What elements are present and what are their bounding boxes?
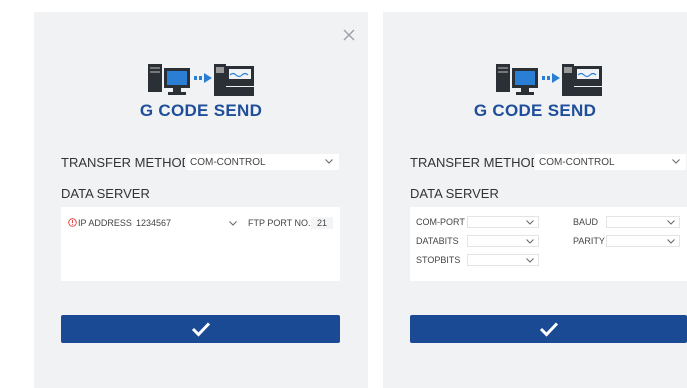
chevron-down-icon (672, 159, 680, 164)
close-icon[interactable] (342, 28, 356, 42)
parity-select[interactable] (606, 235, 680, 247)
gcode-send-dialog-com: G CODE SEND TRANSFER METHOD COM-CONTROL … (383, 12, 687, 388)
data-server-box: COM-PORT BAUD DATABITS PARITY STOPBITS (410, 207, 687, 281)
confirm-button[interactable] (61, 315, 340, 343)
data-server-label: DATA SERVER (61, 186, 150, 201)
chevron-down-icon (526, 220, 534, 225)
parity-label: PARITY (573, 236, 605, 246)
chevron-down-icon (229, 221, 237, 226)
ip-address-select[interactable]: 1234567 (132, 217, 242, 229)
baud-label: BAUD (573, 217, 599, 227)
stopbits-select[interactable] (467, 254, 539, 266)
transfer-method-label: TRANSFER METHOD (410, 155, 540, 170)
checkmark-icon (539, 322, 558, 337)
transfer-method-value: COM-CONTROL (190, 157, 266, 168)
ftp-port-label: FTP PORT NO. (248, 218, 311, 228)
app-title: G CODE SEND (139, 101, 263, 120)
ip-address-label: IP ADDRESS (78, 218, 132, 228)
com-port-label: COM-PORT (416, 217, 465, 227)
gcode-send-dialog-ip: G CODE SEND TRANSFER METHOD COM-CONTROL … (34, 12, 368, 388)
chevron-down-icon (526, 258, 534, 263)
com-port-select[interactable] (467, 216, 539, 228)
computer-to-machine-logo-icon (148, 64, 254, 96)
data-server-label: DATA SERVER (410, 186, 499, 201)
transfer-method-select[interactable]: COM-CONTROL (185, 153, 340, 171)
transfer-method-select[interactable]: COM-CONTROL (534, 153, 687, 171)
stopbits-label: STOPBITS (416, 255, 461, 265)
warning-icon (68, 218, 77, 227)
app-title: G CODE SEND (473, 101, 597, 120)
computer-to-machine-logo-icon (496, 64, 602, 96)
checkmark-icon (191, 322, 210, 337)
chevron-down-icon (667, 239, 675, 244)
transfer-method-label: TRANSFER METHOD (61, 155, 191, 170)
chevron-down-icon (325, 159, 333, 164)
confirm-button[interactable] (410, 315, 687, 343)
chevron-down-icon (667, 220, 675, 225)
baud-select[interactable] (606, 216, 680, 228)
ip-address-value: 1234567 (136, 218, 172, 228)
data-server-box: IP ADDRESS 1234567 FTP PORT NO. 21 (61, 207, 340, 281)
chevron-down-icon (526, 239, 534, 244)
databits-select[interactable] (467, 235, 539, 247)
transfer-method-value: COM-CONTROL (539, 157, 615, 168)
databits-label: DATABITS (416, 236, 459, 246)
ftp-port-input[interactable]: 21 (311, 217, 333, 229)
